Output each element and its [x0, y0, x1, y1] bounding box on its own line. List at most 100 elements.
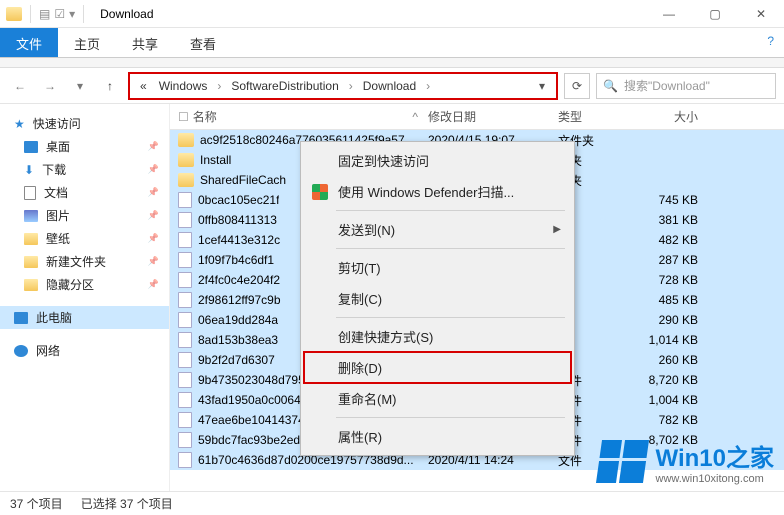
nav-back-button[interactable]: ←: [8, 74, 32, 98]
ctx-send-to[interactable]: 发送到(N) ▶: [304, 214, 571, 245]
file-size: 8,720 KB: [638, 373, 718, 387]
file-size: 1,014 KB: [638, 333, 718, 347]
ctx-rename[interactable]: 重命名(M): [304, 383, 571, 414]
ctx-cut[interactable]: 剪切(T): [304, 252, 571, 283]
file-name: 9b2f2d7d6307: [198, 353, 275, 367]
watermark-brand: Win10之家: [656, 438, 774, 473]
sidebar-item-label: 新建文件夹: [46, 253, 106, 270]
folder-icon: [24, 233, 38, 245]
navigation-pane: ★ 快速访问 桌面📌⬇下载📌文档📌图片📌壁纸📌新建文件夹📌隐藏分区📌 此电脑 网…: [0, 104, 170, 491]
file-menu-button[interactable]: 文件: [0, 28, 58, 57]
sidebar-item-label: 隐藏分区: [46, 276, 94, 293]
ctx-pin-to-quick-access[interactable]: 固定到快速访问: [304, 145, 571, 176]
file-size: 260 KB: [638, 353, 718, 367]
sidebar-this-pc[interactable]: 此电脑: [0, 306, 169, 329]
qat-save-icon[interactable]: ▤: [39, 7, 50, 21]
sort-indicator-icon: ^: [412, 110, 418, 124]
maximize-button[interactable]: ▢: [692, 0, 738, 28]
tab-view[interactable]: 查看: [174, 28, 232, 57]
column-type[interactable]: 类型: [558, 108, 638, 125]
sidebar-quick-access[interactable]: ★ 快速访问: [0, 112, 169, 135]
ctx-create-shortcut[interactable]: 创建快捷方式(S): [304, 321, 571, 352]
folder-icon: [178, 133, 194, 147]
breadcrumb-part[interactable]: Windows: [153, 77, 214, 95]
pin-icon: 📌: [148, 233, 159, 244]
breadcrumb-part[interactable]: Download: [357, 77, 422, 95]
sidebar-network[interactable]: 网络: [0, 339, 169, 362]
ctx-delete[interactable]: 删除(D): [304, 352, 571, 383]
file-name: 2f4fc0c4e204f2: [198, 273, 280, 287]
file-size: 290 KB: [638, 313, 718, 327]
address-dropdown-icon[interactable]: ▾: [532, 79, 552, 93]
sidebar-item[interactable]: 壁纸 📌: [0, 227, 169, 250]
file-name: Install: [200, 153, 231, 167]
ctx-copy[interactable]: 复制(C): [304, 283, 571, 314]
column-headers: ☐ 名称 ^ 修改日期 类型 大小: [170, 104, 784, 130]
chevron-right-icon[interactable]: ›: [213, 79, 225, 93]
file-size: 1,004 KB: [638, 393, 718, 407]
close-button[interactable]: ✕: [738, 0, 784, 28]
download-icon: ⬇: [24, 163, 34, 177]
nav-forward-button[interactable]: →: [38, 74, 62, 98]
file-icon: [178, 252, 192, 268]
ctx-properties[interactable]: 属性(R): [304, 421, 571, 452]
chevron-right-icon: ▶: [553, 224, 561, 235]
address-bar[interactable]: « Windows › SoftwareDistribution › Downl…: [128, 72, 558, 100]
file-name: 8ad153b38ea3: [198, 333, 278, 347]
ctx-scan-defender[interactable]: 使用 Windows Defender扫描...: [304, 176, 571, 207]
nav-history-dropdown[interactable]: ▾: [68, 74, 92, 98]
sidebar-item-label: 壁纸: [46, 230, 70, 247]
search-placeholder: 搜索"Download": [624, 77, 710, 94]
file-icon: [178, 192, 192, 208]
file-icon: [178, 372, 192, 388]
file-name: 06ea19dd284a: [198, 313, 278, 327]
minimize-button[interactable]: —: [646, 0, 692, 28]
file-size: 782 KB: [638, 413, 718, 427]
tab-share[interactable]: 共享: [116, 28, 174, 57]
search-input[interactable]: 🔍 搜索"Download": [596, 73, 776, 99]
folder-icon: [178, 153, 194, 167]
document-icon: [24, 186, 36, 200]
context-menu: 固定到快速访问 使用 Windows Defender扫描... 发送到(N) …: [300, 141, 575, 456]
picture-icon: [24, 210, 38, 222]
file-size: 381 KB: [638, 213, 718, 227]
sidebar-item[interactable]: 隐藏分区📌: [0, 273, 169, 296]
file-name: 1f09f7b4c6df1: [198, 253, 274, 267]
file-icon: [178, 232, 192, 248]
column-size[interactable]: 大小: [638, 108, 718, 125]
status-bar: 37 个项目 已选择 37 个项目: [0, 491, 784, 515]
sidebar-item[interactable]: 文档📌: [0, 181, 169, 204]
pin-icon: 📌: [148, 164, 159, 175]
desktop-icon: [24, 141, 38, 153]
qat-check-icon[interactable]: ☑: [54, 7, 65, 21]
breadcrumb-part[interactable]: SoftwareDistribution: [225, 77, 344, 95]
file-name: SharedFileCach: [200, 173, 286, 187]
file-size: 287 KB: [638, 253, 718, 267]
chevron-right-icon[interactable]: ›: [345, 79, 357, 93]
refresh-button[interactable]: ⟳: [564, 73, 590, 99]
search-icon: 🔍: [603, 79, 618, 93]
chevron-right-icon[interactable]: ›: [422, 79, 434, 93]
status-item-count: 37 个项目: [10, 495, 63, 512]
file-size: 745 KB: [638, 193, 718, 207]
qat-dropdown-icon[interactable]: ▾: [69, 7, 75, 21]
help-button[interactable]: ?: [757, 28, 784, 57]
file-name: 1cef4413e312c: [198, 233, 280, 247]
column-name[interactable]: ☐ 名称 ^: [178, 108, 428, 125]
tab-home[interactable]: 主页: [58, 28, 116, 57]
folder-icon: [24, 256, 38, 268]
folder-icon: [178, 173, 194, 187]
column-date[interactable]: 修改日期: [428, 108, 558, 125]
pin-icon: 📌: [148, 141, 159, 152]
watermark-url: www.win10xitong.com: [656, 473, 774, 485]
file-name: 0ffb808411313: [198, 213, 277, 227]
sidebar-item[interactable]: ⬇下载📌: [0, 158, 169, 181]
sidebar-item[interactable]: 桌面📌: [0, 135, 169, 158]
file-icon: [178, 392, 192, 408]
windows-logo-icon: [596, 440, 649, 483]
nav-up-button[interactable]: ↑: [98, 74, 122, 98]
sidebar-item[interactable]: 新建文件夹📌: [0, 250, 169, 273]
file-icon: [178, 452, 192, 468]
sidebar-item[interactable]: 图片📌: [0, 204, 169, 227]
sidebar-item-label: 图片: [46, 207, 70, 224]
